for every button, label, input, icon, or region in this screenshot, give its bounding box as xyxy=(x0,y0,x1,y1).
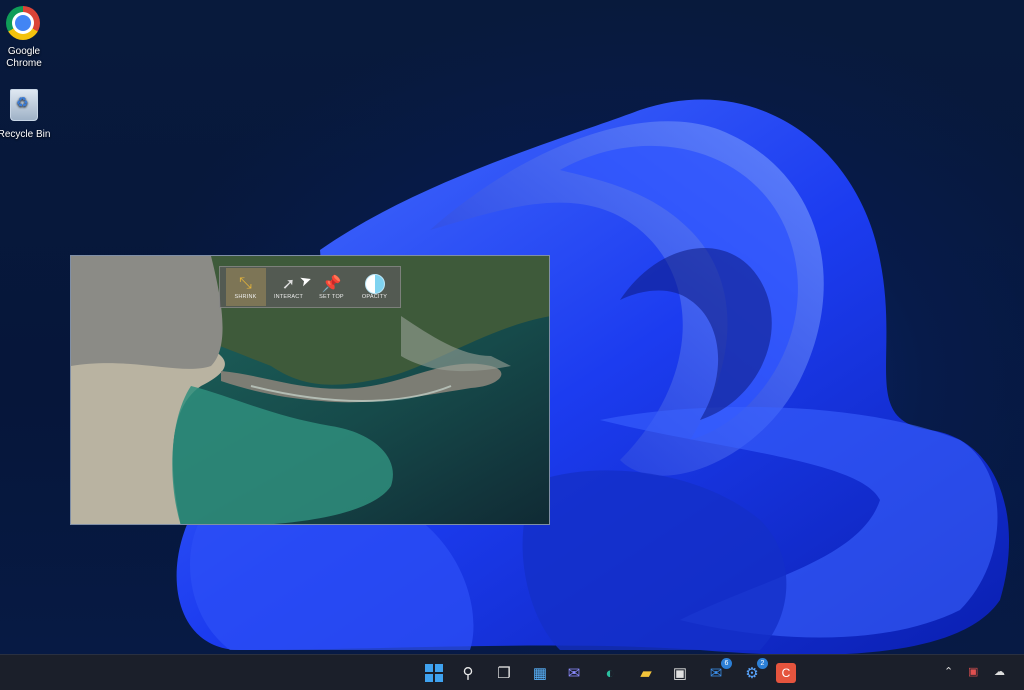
edge-icon[interactable]: ◐ xyxy=(600,663,620,683)
pin-icon: 📌 xyxy=(321,276,342,293)
desktop-icon-label: Recycle Bin xyxy=(0,129,51,140)
desktop-icon-label: Google xyxy=(7,46,41,57)
task-view-icon[interactable]: ❐ xyxy=(494,663,514,683)
recycle-bin-icon xyxy=(6,89,42,125)
search-icon[interactable]: ⚲ xyxy=(458,663,478,683)
opacity-button[interactable]: OPACITY xyxy=(355,268,395,306)
interact-label: INTERACT xyxy=(273,294,304,300)
floating-video-window[interactable]: ⤡ SHRINK ➚ INTERACT 📌 SET TOP OPACITY xyxy=(70,255,550,525)
widgets-icon[interactable]: ▦ xyxy=(530,663,550,683)
shrink-icon: ⤡ xyxy=(238,275,252,292)
shrink-button[interactable]: ⤡ SHRINK xyxy=(225,268,266,306)
pointer-icon: ➚ xyxy=(281,276,296,293)
mail-badge: 6 xyxy=(721,658,732,669)
set-top-button[interactable]: 📌 SET TOP xyxy=(312,268,352,306)
opacity-icon xyxy=(364,274,386,294)
set-top-label: SET TOP xyxy=(319,294,344,300)
desktop-icon-recycle-bin[interactable]: Recycle Bin xyxy=(0,86,54,141)
app-icon[interactable]: ⚙ 2 xyxy=(742,658,768,683)
shrink-label: SHRINK xyxy=(234,294,257,300)
taskbar: ⚲ ❐ ▦ ✉ ◐ ▰ ▣ ✉ 6 ⚙ 2 C ⌃ ▣ ☁ xyxy=(0,654,1024,690)
file-explorer-icon[interactable]: ▰ xyxy=(636,663,656,683)
app-red-icon[interactable]: C xyxy=(776,663,796,683)
desktop-icon-chrome[interactable]: Google Chrome xyxy=(0,6,54,70)
windows-start-icon[interactable] xyxy=(424,663,444,683)
opacity-label: OPACITY xyxy=(361,294,388,300)
chat-icon[interactable]: ✉ xyxy=(564,663,584,683)
tray-app-icon[interactable]: ▣ xyxy=(968,665,978,678)
chevron-up-icon[interactable]: ⌃ xyxy=(944,665,953,678)
mail-icon[interactable]: ✉ 6 xyxy=(706,658,732,683)
onedrive-icon[interactable]: ☁ xyxy=(994,665,1005,678)
store-icon[interactable]: ▣ xyxy=(670,663,690,683)
chrome-icon xyxy=(6,6,42,42)
app-badge: 2 xyxy=(757,658,768,669)
desktop-icon-label: Chrome xyxy=(6,58,42,69)
